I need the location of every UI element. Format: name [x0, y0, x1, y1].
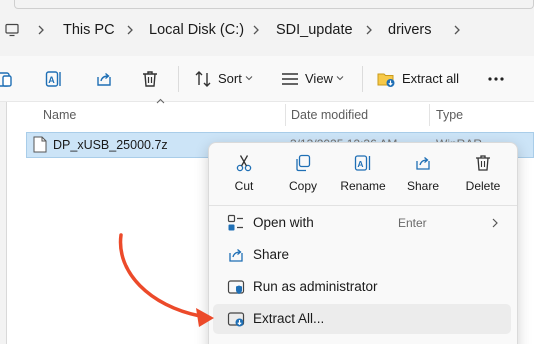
column-header-date-modified[interactable]: Date modified — [291, 108, 368, 122]
cut-icon — [236, 155, 252, 172]
share-button[interactable]: Share — [393, 154, 453, 198]
menu-item-label: Open with — [253, 215, 314, 230]
breadcrumb-sdi-update[interactable]: SDI_update — [276, 22, 353, 38]
paste-icon[interactable] — [0, 69, 14, 89]
svg-text:A: A — [357, 159, 363, 169]
chevron-right-icon[interactable] — [125, 22, 135, 38]
share-icon — [416, 157, 430, 170]
toolbar-separator — [362, 66, 363, 92]
keyboard-shortcut: Enter — [398, 216, 427, 230]
svg-text:A: A — [48, 75, 55, 85]
chevron-right-icon — [492, 218, 498, 228]
chevron-right-icon[interactable] — [364, 22, 374, 38]
address-frame — [14, 0, 534, 9]
toolbar-separator — [178, 66, 179, 92]
chevron-down-icon[interactable] — [336, 74, 344, 82]
sort-icon[interactable] — [193, 69, 213, 89]
navigation-pane-edge — [0, 102, 7, 344]
file-name[interactable]: DP_xUSB_25000.7z — [53, 138, 168, 152]
copy-icon — [296, 154, 311, 172]
view-icon[interactable] — [280, 69, 300, 89]
menu-item-open-with[interactable]: Open with Enter — [213, 208, 511, 238]
chevron-right-icon[interactable] — [36, 22, 46, 38]
menu-item-label: Run as administrator — [253, 279, 378, 294]
column-divider[interactable] — [285, 104, 286, 126]
menu-item-run-as-administrator[interactable]: Run as administrator — [213, 272, 511, 302]
breadcrumb-this-pc[interactable]: This PC — [63, 22, 115, 38]
extract-all-icon[interactable] — [376, 69, 396, 89]
address-bar: This PC Local Disk (C:) SDI_update drive… — [0, 0, 534, 56]
chevron-right-icon[interactable] — [452, 22, 462, 38]
sort-ascending-icon — [156, 98, 165, 104]
menu-item-label: Share — [253, 247, 290, 262]
chevron-down-icon[interactable] — [245, 74, 253, 82]
chevron-right-icon[interactable] — [251, 22, 261, 38]
menu-item-extract-all[interactable]: Extract All... — [213, 304, 511, 334]
context-menu: Cut Copy A Rename Share Delete Open with… — [208, 142, 518, 344]
file-icon — [33, 136, 47, 153]
share-icon — [229, 249, 243, 262]
share-icon[interactable] — [94, 69, 114, 89]
more-options-icon[interactable] — [486, 69, 506, 89]
extract-all-button[interactable]: Extract all — [402, 71, 459, 86]
view-button[interactable]: View — [305, 71, 333, 86]
cut-button[interactable]: Cut — [214, 154, 274, 198]
menu-item-share[interactable]: Share — [213, 240, 511, 270]
column-divider[interactable] — [429, 104, 430, 126]
breadcrumb-drivers[interactable]: drivers — [388, 22, 432, 38]
rename-icon: A — [354, 155, 371, 171]
copy-label: Copy — [288, 179, 317, 193]
rename-label: Rename — [340, 179, 386, 193]
shield-icon — [227, 280, 245, 294]
menu-item-label: Extract All... — [253, 311, 325, 326]
extract-icon — [227, 312, 245, 327]
share-label: Share — [406, 179, 440, 193]
rename-button[interactable]: A Rename — [333, 154, 393, 198]
menu-separator — [209, 205, 517, 206]
sort-button[interactable]: Sort — [218, 71, 242, 86]
delete-icon[interactable] — [140, 69, 160, 89]
delete-label: Delete — [465, 179, 501, 193]
breadcrumb-local-disk[interactable]: Local Disk (C:) — [149, 22, 244, 38]
pc-icon[interactable] — [5, 23, 19, 37]
column-header-type[interactable]: Type — [436, 108, 463, 122]
command-bar: A Sort View Extract all — [0, 56, 534, 102]
delete-button[interactable]: Delete — [453, 154, 513, 198]
cut-label: Cut — [234, 179, 254, 193]
rename-icon[interactable]: A — [44, 69, 64, 89]
delete-icon — [476, 155, 490, 171]
open-with-icon — [227, 214, 243, 231]
copy-button[interactable]: Copy — [273, 154, 333, 198]
column-header-name[interactable]: Name — [43, 108, 76, 122]
